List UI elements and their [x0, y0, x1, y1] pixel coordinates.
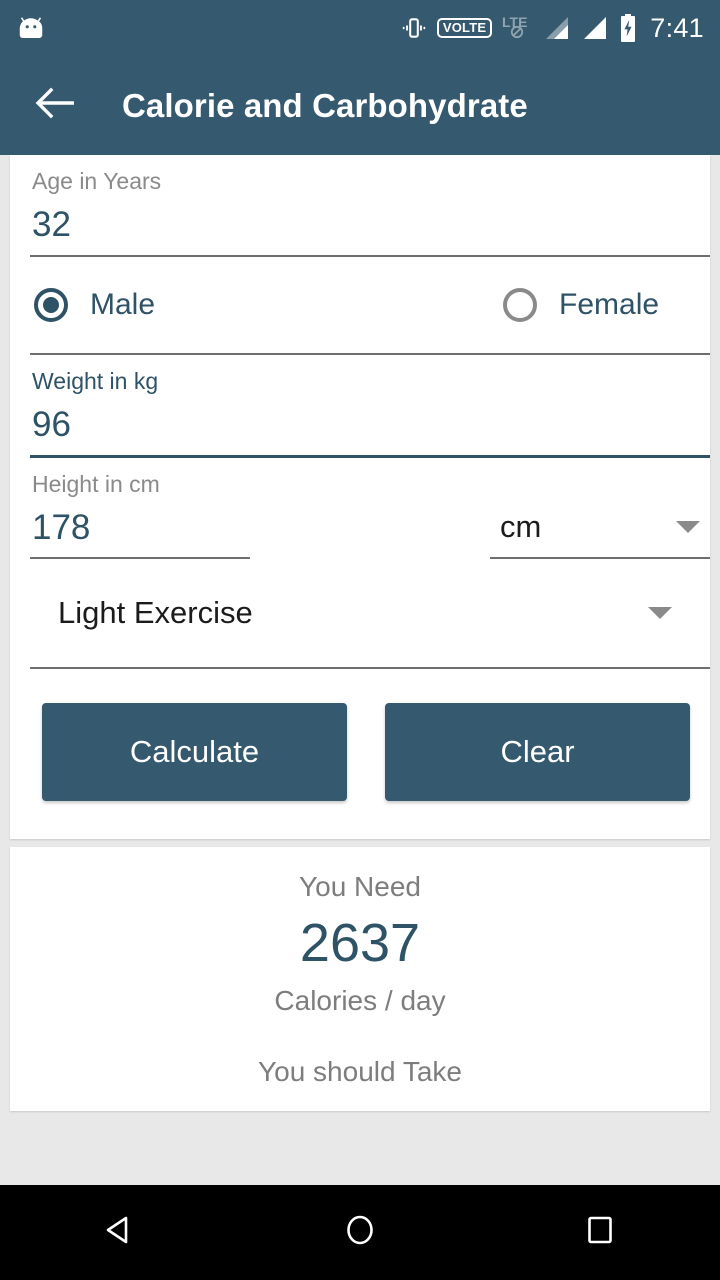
- page-title: Calorie and Carbohydrate: [122, 86, 528, 124]
- weight-input[interactable]: 96: [30, 394, 690, 455]
- weight-label: Weight in kg: [32, 367, 159, 394]
- android-nav-bar: [0, 1185, 720, 1280]
- phone-screen: VOLTE LTE 7:41 Calorie and Carbohydrate …: [0, 0, 720, 1280]
- exercise-level-value: Light Exercise: [58, 595, 253, 631]
- height-underline: [30, 557, 250, 560]
- gender-radio-group[interactable]: Male Female: [30, 257, 690, 353]
- radio-female-label: Female: [559, 287, 660, 321]
- age-underline: [30, 254, 710, 257]
- height-unit-value: cm: [500, 509, 542, 545]
- height-input[interactable]: 178: [30, 497, 490, 558]
- result-calories-value: 2637: [299, 912, 421, 973]
- height-field[interactable]: Height in cm 178: [30, 458, 490, 560]
- nav-back-triangle-icon: [101, 1211, 139, 1254]
- clear-button[interactable]: Clear: [385, 703, 690, 802]
- result-need-caption: You Need: [299, 871, 421, 903]
- weight-field[interactable]: Weight in kg 96: [30, 355, 710, 458]
- signal-bars-icon: [542, 15, 570, 41]
- result-take-caption: You should Take: [258, 1056, 462, 1088]
- height-row: Height in cm 178 cm: [30, 458, 710, 560]
- height-unit-dropdown[interactable]: cm: [490, 509, 710, 560]
- status-bar-left: [16, 13, 46, 43]
- form-card: Age in Years 32 Male Female Weight in kg…: [10, 155, 710, 840]
- scroll-content[interactable]: Age in Years 32 Male Female Weight in kg…: [0, 155, 720, 1185]
- chevron-down-icon: [676, 521, 700, 534]
- volte-badge: VOLTE: [436, 18, 493, 38]
- height-unit-underline: [490, 557, 710, 560]
- radio-unselected-icon: [503, 287, 538, 322]
- status-bar-clock: 7:41: [650, 12, 704, 43]
- radio-male[interactable]: Male: [34, 287, 156, 322]
- chevron-down-icon: [648, 607, 672, 620]
- height-label: Height in cm: [32, 470, 160, 497]
- back-button[interactable]: [32, 82, 80, 130]
- nav-recents-button[interactable]: [545, 1185, 655, 1280]
- height-field-inner: Height in cm 178: [30, 458, 490, 560]
- radio-female[interactable]: Female: [503, 287, 660, 322]
- radio-dot: [43, 296, 59, 313]
- status-bar: VOLTE LTE 7:41: [0, 0, 720, 56]
- android-head-icon: [16, 13, 46, 43]
- result-calories-units: Calories / day: [274, 985, 446, 1017]
- exercise-level-select[interactable]: Light Exercise: [30, 559, 690, 667]
- nav-home-circle-icon: [341, 1211, 379, 1254]
- vibrate-icon: [401, 15, 427, 41]
- age-input[interactable]: 32: [30, 194, 690, 255]
- status-bar-right: VOLTE LTE 7:41: [401, 13, 704, 44]
- lte-no-data-icon: LTE: [502, 14, 532, 42]
- app-bar: Calorie and Carbohydrate: [0, 56, 720, 155]
- signal-bars-icon: [580, 15, 608, 41]
- calculate-button[interactable]: Calculate: [42, 703, 347, 802]
- result-card: You Need 2637 Calories / day You should …: [10, 847, 710, 1111]
- action-buttons: Calculate Clear: [30, 669, 690, 839]
- nav-back-button[interactable]: [65, 1185, 175, 1280]
- arrow-left-icon: [34, 86, 78, 125]
- age-field[interactable]: Age in Years 32: [30, 155, 710, 257]
- battery-charging-icon: [618, 13, 638, 43]
- age-label: Age in Years: [32, 168, 162, 194]
- radio-male-label: Male: [90, 287, 156, 321]
- nav-home-button[interactable]: [305, 1185, 415, 1280]
- radio-selected-icon: [34, 287, 68, 322]
- nav-recents-square-icon: [581, 1211, 619, 1254]
- height-unit-select[interactable]: cm: [490, 509, 710, 557]
